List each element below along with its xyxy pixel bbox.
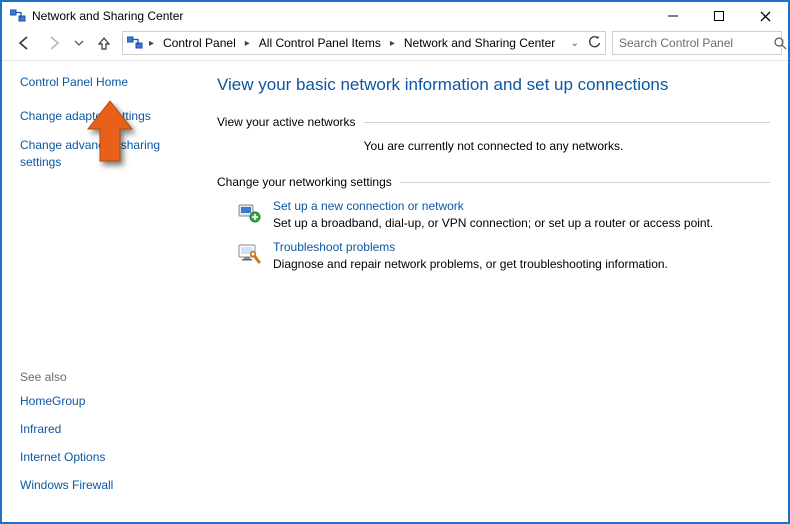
new-connection-icon	[235, 199, 263, 227]
address-bar[interactable]: ▸ Control Panel ▸ All Control Panel Item…	[122, 31, 606, 55]
breadcrumb-item[interactable]: Network and Sharing Center	[401, 34, 558, 52]
setup-connection-option: Set up a new connection or network Set u…	[235, 199, 770, 230]
troubleshoot-option: Troubleshoot problems Diagnose and repai…	[235, 240, 770, 271]
search-icon[interactable]	[774, 37, 787, 50]
window-controls	[650, 2, 788, 30]
main-content: View your basic network information and …	[207, 61, 788, 522]
minimize-button[interactable]	[650, 2, 696, 30]
titlebar: Network and Sharing Center	[2, 2, 788, 30]
chevron-right-icon[interactable]: ▸	[388, 38, 397, 49]
chevron-right-icon[interactable]: ▸	[147, 38, 156, 49]
chevron-right-icon[interactable]: ▸	[243, 38, 252, 49]
forward-button[interactable]	[42, 31, 66, 55]
refresh-button[interactable]	[587, 35, 601, 52]
troubleshoot-link[interactable]: Troubleshoot problems	[273, 240, 395, 254]
control-panel-home-link[interactable]: Control Panel Home	[20, 75, 199, 89]
address-dropdown-icon[interactable]: ⌄	[567, 38, 583, 49]
active-networks-status: You are currently not connected to any n…	[217, 135, 770, 155]
setup-connection-link[interactable]: Set up a new connection or network	[273, 199, 464, 213]
change-settings-label: Change your networking settings	[217, 175, 392, 189]
change-advanced-sharing-link[interactable]: Change advanced sharing settings	[20, 137, 199, 171]
see-also-internet-options[interactable]: Internet Options	[20, 450, 199, 464]
divider	[364, 122, 770, 123]
content-body: Control Panel Home Change adapter settin…	[2, 60, 788, 522]
setup-connection-desc: Set up a broadband, dial-up, or VPN conn…	[273, 216, 713, 230]
back-button[interactable]	[12, 31, 36, 55]
window-frame: Network and Sharing Center	[0, 0, 790, 524]
active-networks-label: View your active networks	[217, 115, 356, 129]
network-sharing-icon	[127, 35, 143, 51]
maximize-button[interactable]	[696, 2, 742, 30]
recent-locations-dropdown[interactable]	[72, 38, 86, 48]
change-adapter-settings-link[interactable]: Change adapter settings	[20, 109, 199, 123]
window-title: Network and Sharing Center	[32, 9, 650, 23]
breadcrumb-item[interactable]: All Control Panel Items	[256, 34, 384, 52]
change-settings-section: Change your networking settings	[217, 175, 770, 271]
search-input[interactable]	[619, 36, 774, 50]
see-also-infrared[interactable]: Infrared	[20, 422, 199, 436]
see-also-label: See also	[20, 370, 199, 384]
see-also-homegroup[interactable]: HomeGroup	[20, 394, 199, 408]
network-sharing-icon	[10, 8, 26, 24]
see-also-section: See also HomeGroup Infrared Internet Opt…	[20, 370, 199, 512]
toolbar: ▸ Control Panel ▸ All Control Panel Item…	[2, 30, 788, 60]
troubleshoot-icon	[235, 240, 263, 268]
search-box[interactable]	[612, 31, 782, 55]
close-button[interactable]	[742, 2, 788, 30]
page-heading: View your basic network information and …	[217, 75, 770, 95]
sidebar: Control Panel Home Change adapter settin…	[2, 61, 207, 522]
breadcrumb-item[interactable]: Control Panel	[160, 34, 239, 52]
see-also-windows-firewall[interactable]: Windows Firewall	[20, 478, 199, 492]
active-networks-section: View your active networks You are curren…	[217, 115, 770, 155]
up-button[interactable]	[92, 31, 116, 55]
troubleshoot-desc: Diagnose and repair network problems, or…	[273, 257, 668, 271]
divider	[400, 182, 770, 183]
